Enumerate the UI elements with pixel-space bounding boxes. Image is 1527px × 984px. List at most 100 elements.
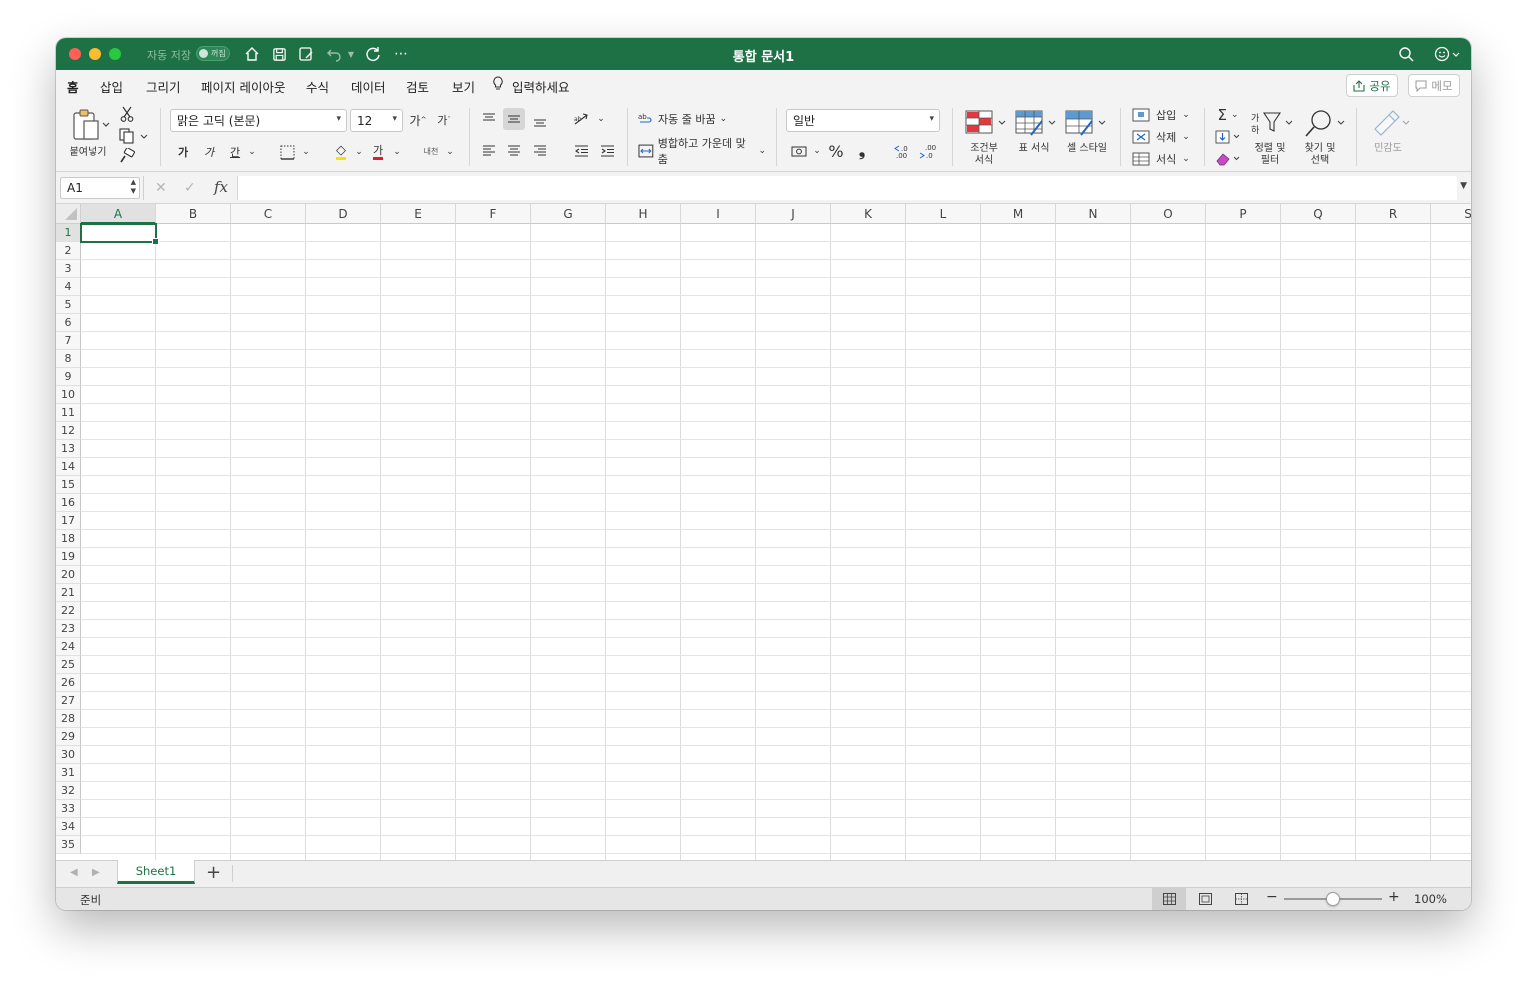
bold-button[interactable]: 가 <box>174 142 192 162</box>
formula-input[interactable] <box>237 176 1457 200</box>
sort-filter-icon[interactable]: 가하 <box>1248 108 1296 138</box>
row-header-26[interactable]: 26 <box>56 674 81 692</box>
find-select-icon[interactable] <box>1300 108 1348 138</box>
orientation-icon[interactable]: ab <box>571 108 593 130</box>
row-header-35[interactable]: 35 <box>56 836 81 854</box>
grow-font-button[interactable]: 가 ^ <box>408 110 428 130</box>
column-header-a[interactable]: A <box>81 204 156 224</box>
share-button[interactable]: 공유 <box>1346 74 1398 97</box>
column-header-m[interactable]: M <box>981 204 1056 224</box>
tell-me-input[interactable]: 입력하세요 <box>512 77 570 96</box>
phonetic-button[interactable]: 내천 <box>418 142 444 162</box>
row-header-32[interactable]: 32 <box>56 782 81 800</box>
column-header-e[interactable]: E <box>381 204 456 224</box>
row-header-27[interactable]: 27 <box>56 692 81 710</box>
tab-view[interactable]: 보기 <box>452 77 475 96</box>
expand-formula-bar-icon[interactable]: ▼ <box>1460 181 1467 191</box>
next-sheet-icon[interactable]: ▶ <box>92 867 100 878</box>
tab-formulas[interactable]: 수식 <box>306 77 329 96</box>
chevron-down-icon[interactable]: ⌄ <box>810 145 824 157</box>
column-header-q[interactable]: Q <box>1281 204 1356 224</box>
row-header-21[interactable]: 21 <box>56 584 81 602</box>
align-center-icon[interactable] <box>503 140 525 162</box>
column-header-f[interactable]: F <box>456 204 531 224</box>
column-header-i[interactable]: I <box>681 204 756 224</box>
borders-icon[interactable] <box>278 143 296 161</box>
row-header-7[interactable]: 7 <box>56 332 81 350</box>
font-name-box[interactable]: 맑은 고딕 (본문) ▾ <box>170 109 347 132</box>
row-header-29[interactable]: 29 <box>56 728 81 746</box>
autosum-icon[interactable]: Σ ⌄ <box>1212 106 1244 124</box>
format-as-table-icon[interactable] <box>1014 108 1058 138</box>
row-header-12[interactable]: 12 <box>56 422 81 440</box>
column-header-s[interactable]: S <box>1431 204 1471 224</box>
name-box-stepper-icon[interactable]: ▲ ▼ <box>131 178 136 196</box>
row-header-33[interactable]: 33 <box>56 800 81 818</box>
column-header-p[interactable]: P <box>1206 204 1281 224</box>
chevron-down-icon[interactable]: ⌄ <box>352 146 366 158</box>
column-header-r[interactable]: R <box>1356 204 1431 224</box>
row-header-14[interactable]: 14 <box>56 458 81 476</box>
merge-center-button[interactable]: 병합하고 가운데 맞춤 ⌄ <box>638 137 766 166</box>
row-header-6[interactable]: 6 <box>56 314 81 332</box>
chevron-down-icon[interactable]: ⌄ <box>594 113 608 125</box>
row-header-18[interactable]: 18 <box>56 530 81 548</box>
fill-down-icon[interactable] <box>1212 128 1244 146</box>
normal-view-button[interactable] <box>1152 888 1186 910</box>
feedback-smiley-icon[interactable] <box>1432 44 1462 64</box>
worksheet-grid[interactable]: A B C D E F G H I J K L M N O P Q R S 1 2 3 4 5 6 7 8 9 10 11 12 13 14 15… <box>56 204 1471 860</box>
align-left-icon[interactable] <box>478 140 500 162</box>
tab-insert[interactable]: 삽입 <box>100 77 123 96</box>
tab-home[interactable]: 홈 <box>67 77 79 103</box>
column-header-d[interactable]: D <box>306 204 381 224</box>
column-header-h[interactable]: H <box>606 204 681 224</box>
underline-button[interactable]: 간 <box>226 142 244 162</box>
delete-cells-button[interactable]: 삭제 ⌄ <box>1132 128 1194 146</box>
format-painter-icon[interactable] <box>118 148 136 164</box>
number-format-box[interactable]: 일반 ▾ <box>786 109 940 132</box>
row-header-16[interactable]: 16 <box>56 494 81 512</box>
row-header-5[interactable]: 5 <box>56 296 81 314</box>
cut-icon[interactable] <box>118 106 136 122</box>
sheet-tab[interactable]: Sheet1 <box>117 860 195 884</box>
insert-function-button[interactable]: fx <box>214 178 228 196</box>
column-header-k[interactable]: K <box>831 204 906 224</box>
name-box[interactable]: A1 ▲ ▼ <box>60 177 140 199</box>
copy-icon[interactable] <box>118 128 150 144</box>
select-all-button[interactable] <box>56 204 81 224</box>
zoom-out-button[interactable]: − <box>1266 889 1278 905</box>
increase-decimal-icon[interactable]: .0.00 <box>892 141 914 161</box>
italic-button[interactable]: 가 <box>200 142 218 162</box>
row-header-11[interactable]: 11 <box>56 404 81 422</box>
shrink-font-button[interactable]: 가ˇ <box>434 110 454 130</box>
row-header-31[interactable]: 31 <box>56 764 81 782</box>
format-cells-button[interactable]: 서식 ⌄ <box>1132 150 1194 168</box>
row-header-19[interactable]: 19 <box>56 548 81 566</box>
cell-styles-icon[interactable] <box>1064 108 1108 138</box>
confirm-entry-icon[interactable]: ✓ <box>184 180 196 196</box>
column-header-b[interactable]: B <box>156 204 231 224</box>
page-break-view-button[interactable] <box>1224 888 1258 910</box>
comma-style-button[interactable]: ❟ <box>852 141 872 161</box>
add-sheet-button[interactable]: + <box>206 862 221 883</box>
row-header-13[interactable]: 13 <box>56 440 81 458</box>
row-header-20[interactable]: 20 <box>56 566 81 584</box>
zoom-slider[interactable] <box>1284 892 1382 906</box>
row-header-9[interactable]: 9 <box>56 368 81 386</box>
chevron-down-icon[interactable]: ⌄ <box>443 146 457 158</box>
percent-button[interactable]: % <box>826 141 846 161</box>
align-right-icon[interactable] <box>529 140 551 162</box>
zoom-in-button[interactable]: + <box>1388 889 1400 905</box>
row-header-28[interactable]: 28 <box>56 710 81 728</box>
align-bottom-icon[interactable] <box>529 110 551 132</box>
row-header-25[interactable]: 25 <box>56 656 81 674</box>
chevron-down-icon[interactable]: ⌄ <box>245 146 259 158</box>
font-color-button[interactable]: 가 <box>369 142 387 162</box>
decrease-decimal-icon[interactable]: .00.0 <box>918 141 940 161</box>
column-header-l[interactable]: L <box>906 204 981 224</box>
row-header-15[interactable]: 15 <box>56 476 81 494</box>
row-header-1[interactable]: 1 <box>56 224 81 242</box>
currency-format-icon[interactable] <box>789 141 809 161</box>
column-header-j[interactable]: J <box>756 204 831 224</box>
zoom-level[interactable]: 100% <box>1414 892 1447 906</box>
